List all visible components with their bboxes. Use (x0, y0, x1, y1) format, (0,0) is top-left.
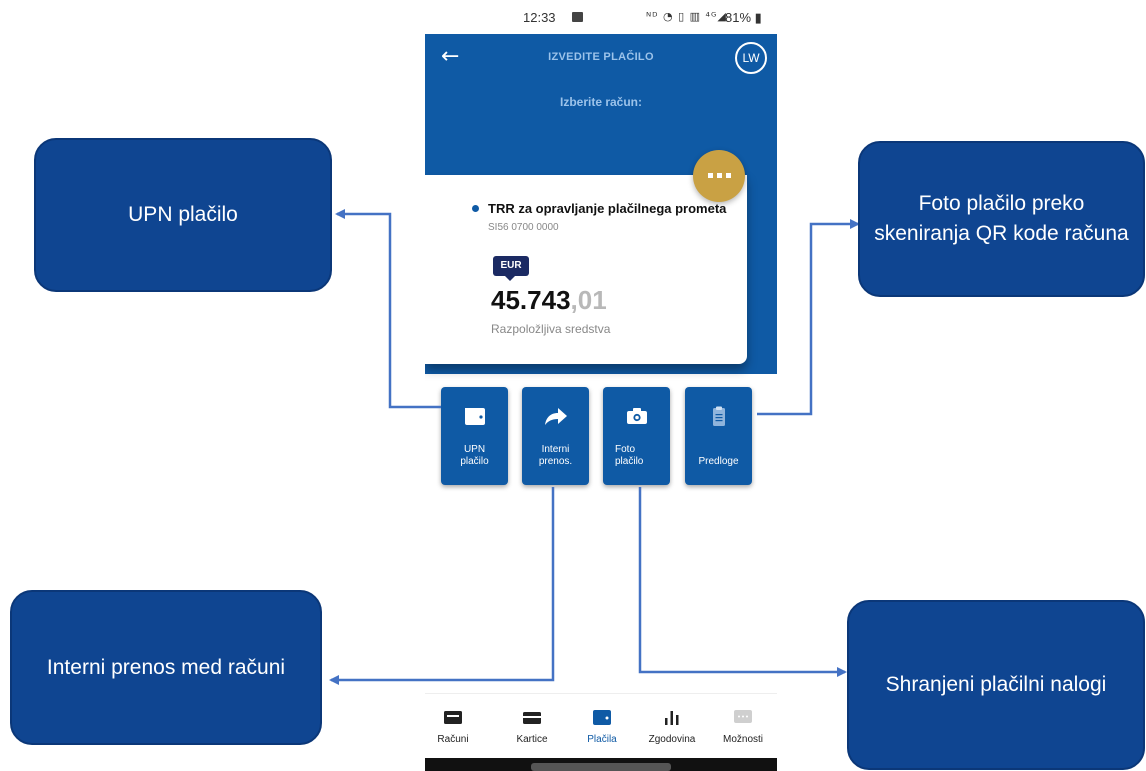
connector-interni (329, 487, 555, 685)
callout-shranjeni: Shranjeni plačilni nalogi (847, 600, 1145, 770)
callout-upn: UPN plačilo (34, 138, 332, 292)
connector-foto (757, 219, 860, 416)
connector-shranjeni (638, 487, 847, 677)
callout-interni: Interni prenos med računi (10, 590, 322, 745)
callout-foto: Foto plačilo preko skeniranja QR kode ra… (858, 141, 1145, 297)
connector-upn (335, 209, 441, 409)
